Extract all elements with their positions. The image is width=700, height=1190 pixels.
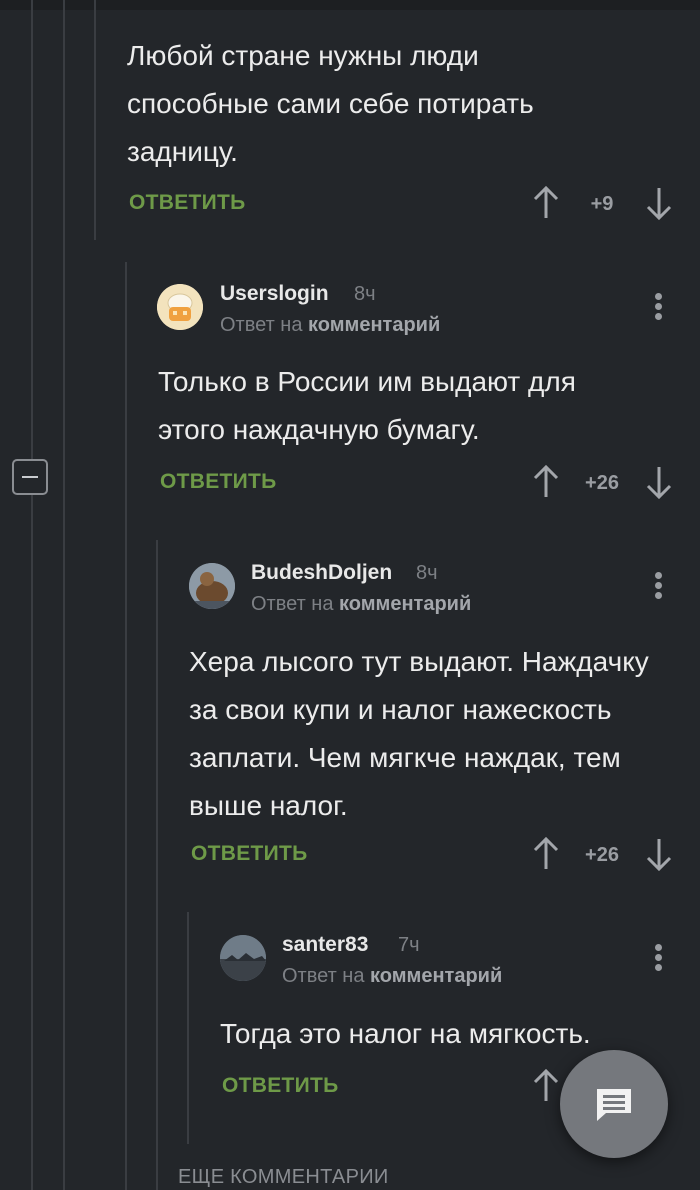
message-icon (597, 1089, 631, 1121)
reply-button[interactable]: ОТВЕТИТЬ (129, 191, 246, 215)
avatar-image (189, 563, 235, 609)
vertical-dots-icon[interactable] (653, 569, 663, 603)
reply-to-prefix: Ответ на (220, 314, 303, 336)
username[interactable]: santer83 (282, 933, 368, 957)
arrow-up-icon[interactable] (533, 1069, 559, 1103)
reply-to-prefix: Ответ на (251, 593, 334, 615)
username[interactable]: Userslogin (220, 282, 329, 306)
parent-comment: Любой стране нужны люди способные сами с… (0, 0, 700, 240)
avatar-image (220, 935, 266, 981)
comment: Userslogin 8ч Ответ на комментарий Тольк… (0, 260, 700, 520)
comment-time: 8ч (416, 562, 438, 584)
avatar[interactable] (157, 284, 203, 330)
vertical-dots-icon[interactable] (653, 941, 663, 975)
reply-button[interactable]: ОТВЕТИТЬ (191, 842, 308, 866)
avatar[interactable] (220, 935, 266, 981)
arrow-up-icon[interactable] (533, 465, 559, 499)
vote-score: +26 (585, 844, 619, 866)
reply-button[interactable]: ОТВЕТИТЬ (222, 1074, 339, 1098)
reply-to-line: Ответ на комментарий (220, 314, 440, 337)
reply-to-line: Ответ на комментарий (282, 965, 502, 988)
comment-time: 7ч (398, 934, 420, 956)
reply-to-line: Ответ на комментарий (251, 593, 471, 616)
vote-score: +9 (590, 193, 614, 215)
reply-to-link[interactable]: комментарий (370, 965, 502, 987)
arrow-down-icon[interactable] (646, 465, 672, 499)
arrow-down-icon[interactable] (646, 837, 672, 871)
comment-time: 8ч (354, 283, 376, 305)
avatar[interactable] (189, 563, 235, 609)
comment-text: Хера лысого тут выдают. Наждачку за свои… (189, 646, 649, 821)
arrow-down-icon[interactable] (646, 186, 672, 220)
username[interactable]: BudeshDoljen (251, 561, 392, 585)
vertical-dots-icon[interactable] (653, 290, 663, 324)
arrow-up-icon[interactable] (533, 186, 559, 220)
reply-to-prefix: Ответ на (282, 965, 365, 987)
reply-to-link[interactable]: комментарий (308, 314, 440, 336)
vote-score: +26 (585, 472, 619, 494)
comment-text: Любой стране нужны люди способные сами с… (127, 40, 534, 167)
comment: BudeshDoljen 8ч Ответ на комментарий Хер… (0, 540, 700, 880)
comment-text: Только в России им выдают для этого нажд… (158, 366, 576, 445)
write-comment-button[interactable] (560, 1050, 668, 1158)
reply-to-link[interactable]: комментарий (339, 593, 471, 615)
more-comments-link[interactable]: ЕЩЕ КОММЕНТАРИИ (178, 1166, 389, 1189)
avatar-image (157, 284, 203, 330)
arrow-up-icon[interactable] (533, 837, 559, 871)
reply-button[interactable]: ОТВЕТИТЬ (160, 470, 277, 494)
